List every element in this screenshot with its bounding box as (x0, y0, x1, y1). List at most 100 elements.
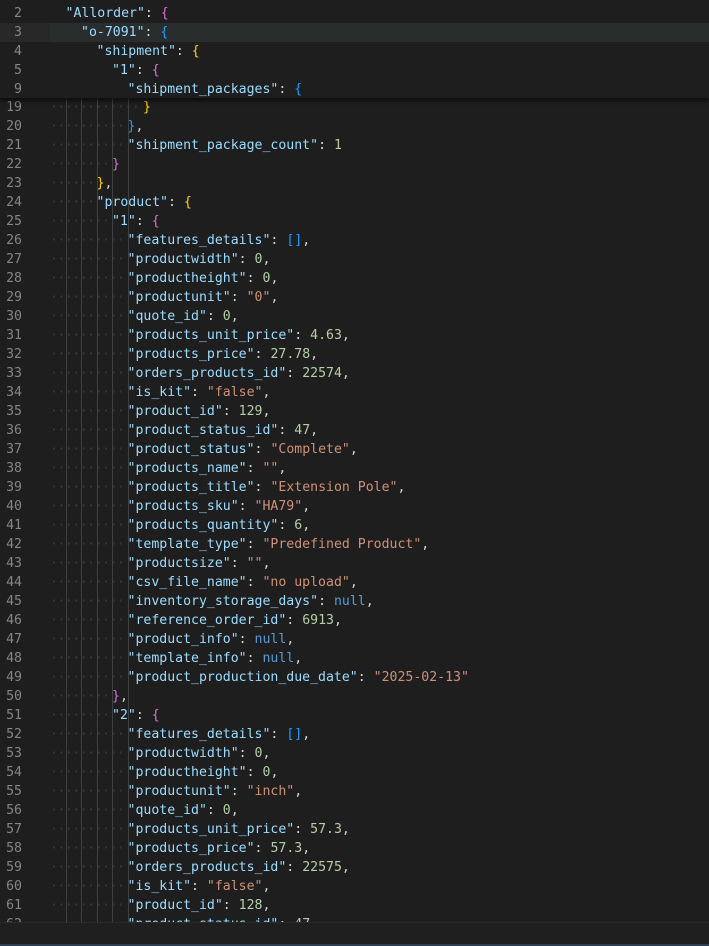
code-line[interactable]: 20}, ·········· (0, 117, 709, 136)
line-number: 25 (6, 214, 22, 229)
code-line[interactable]: 32 "products_price": 27.78, ·········· (0, 345, 709, 364)
code-text: }, (97, 174, 113, 193)
code-token: : (191, 385, 207, 400)
code-line[interactable]: 59 "orders_products_id": 22575, ·········· (0, 858, 709, 877)
code-token: , (286, 632, 295, 647)
code-line[interactable]: 44 "csv_file_name": "no upload", ·········… (0, 573, 709, 592)
indent-guide (112, 98, 113, 922)
code-token: "products_title" (127, 480, 255, 495)
code-line[interactable]: 53 "productwidth": 0, ·········· (0, 744, 709, 763)
code-line[interactable]: 57 "products_unit_price": 57.3, ·········· (0, 820, 709, 839)
code-token: , (302, 499, 311, 514)
whitespace-markers: ······ (50, 176, 95, 191)
code-text: "csv_file_name": "no upload", (128, 573, 358, 592)
line-number: 37 (6, 442, 22, 457)
code-line[interactable]: 55 "productunit": "inch", ·········· (0, 782, 709, 801)
code-line[interactable]: 9 "shipment_packages": { (0, 80, 709, 99)
code-line[interactable]: 49 "product_production_due_date": "2025-0… (0, 668, 709, 687)
code-line[interactable]: 61 "product_id": 128, ·········· (0, 896, 709, 915)
code-line[interactable]: 27 "productwidth": 0, ·········· (0, 250, 709, 269)
code-text: "productwidth": 0, (128, 744, 271, 763)
code-line[interactable]: 54 "productheight": 0, ·········· (0, 763, 709, 782)
line-number: 31 (6, 328, 22, 343)
code-token: : (222, 898, 239, 913)
code-token: : (246, 271, 263, 286)
whitespace-markers: ·········· (50, 290, 125, 305)
code-line[interactable]: 22} ········ (0, 155, 709, 174)
code-line[interactable]: 47 "product_info": null, ·········· (0, 630, 709, 649)
code-line[interactable]: 45 "inventory_storage_days": null, ·······… (0, 592, 709, 611)
code-line[interactable]: 41 "products_quantity": 6, ·········· (0, 516, 709, 535)
whitespace-markers: ·········· (50, 727, 125, 742)
code-token: { (151, 214, 160, 229)
code-text: "productwidth": 0, (128, 250, 271, 269)
code-line[interactable]: 33 "orders_products_id": 22574, ·········· (0, 364, 709, 383)
code-line[interactable]: 26 "features_details": [], ·········· (0, 231, 709, 250)
code-token: null (262, 651, 295, 666)
code-token: : (135, 708, 152, 723)
code-text: "product_status": "Complete", (128, 440, 358, 459)
line-number: 30 (6, 309, 22, 324)
code-line[interactable]: 42 "template_type": "Predefined Product",… (0, 535, 709, 554)
code-text: "productheight": 0, (128, 269, 279, 288)
code-editor[interactable]: 19} ············ 20}, ·········· 21 "shipment… (0, 0, 709, 922)
code-line[interactable]: 60 "is_kit": "false", ·········· (0, 877, 709, 896)
code-line[interactable]: 50}, ········ (0, 687, 709, 706)
code-line[interactable]: 43 "productsize": "", ·········· (0, 554, 709, 573)
code-token: "quote_id" (127, 309, 207, 324)
code-line[interactable]: 31 "products_unit_price": 4.63, ·········· (0, 326, 709, 345)
line-number: 46 (6, 613, 22, 628)
code-line[interactable]: 30 "quote_id": 0, ·········· (0, 307, 709, 326)
code-token: "features_details" (127, 727, 271, 742)
code-line[interactable]: 25 "1": {········ (0, 212, 709, 231)
code-line[interactable]: 24 "product": {······ (0, 193, 709, 212)
code-line[interactable]: 58 "products_price": 57.3, ·········· (0, 839, 709, 858)
code-line[interactable]: 29 "productunit": "0", ·········· (0, 288, 709, 307)
code-token: : (246, 651, 263, 666)
line-number: 57 (6, 822, 22, 837)
code-line[interactable]: 3 "o-7091": { (0, 23, 709, 42)
code-line[interactable]: 40 "products_sku": "HA79", ·········· (0, 497, 709, 516)
code-line[interactable]: 35 "product_id": 129, ·········· (0, 402, 709, 421)
code-line[interactable]: 19} ············ (0, 98, 709, 117)
sticky-scroll-header[interactable]: 2 "Allorder": {3 "o-7091": {4 "shipment": {… (0, 0, 709, 98)
line-number: 38 (6, 461, 22, 476)
code-line[interactable]: 48 "template_info": null, ·········· (0, 649, 709, 668)
code-line[interactable]: 62 "product_status_id": 47,·········· (0, 915, 709, 922)
code-line[interactable]: 39 "products_title": "Extension Pole", ···… (0, 478, 709, 497)
code-token: : (135, 63, 152, 78)
code-line[interactable]: 34 "is_kit": "false", ·········· (0, 383, 709, 402)
code-token: "products_name" (127, 461, 247, 476)
code-token: "template_info" (127, 651, 247, 666)
code-line[interactable]: 4 "shipment": { (0, 42, 709, 61)
code-text: }, (112, 687, 128, 706)
code-line[interactable]: 51 "2": {········ (0, 706, 709, 725)
code-line[interactable]: 23}, ······ (0, 174, 709, 193)
line-number: 23 (6, 176, 22, 191)
code-line[interactable]: 36 "product_status_id": 47, ·········· (0, 421, 709, 440)
code-token: 22575 (302, 860, 342, 875)
code-text: "features_details": [], (128, 231, 311, 250)
code-line[interactable]: 5 "1": { (0, 61, 709, 80)
code-line[interactable]: 2 "Allorder": { (0, 4, 709, 23)
code-line[interactable]: 38 "products_name": "", ·········· (0, 459, 709, 478)
line-number: 28 (6, 271, 22, 286)
whitespace-markers: ·········· (50, 461, 125, 476)
code-line[interactable]: 37 "product_status": "Complete", ·········… (0, 440, 709, 459)
code-text: "shipment": { (97, 42, 200, 61)
code-token: 129 (238, 404, 263, 419)
code-token: "inch" (246, 784, 295, 799)
code-line[interactable]: 46 "reference_order_id": 6913, ·········· (0, 611, 709, 630)
whitespace-markers: ·········· (50, 841, 125, 856)
code-token: : (286, 366, 303, 381)
code-token: "reference_order_id" (127, 613, 287, 628)
code-token: : (294, 822, 311, 837)
code-line[interactable]: 56 "quote_id": 0, ·········· (0, 801, 709, 820)
code-token: "products_price" (127, 347, 255, 362)
code-token: "HA79" (254, 499, 303, 514)
code-line[interactable]: 21 "shipment_package_count": 1 ·········· (0, 136, 709, 155)
code-line[interactable]: 52 "features_details": [], ·········· (0, 725, 709, 744)
code-text: "products_name": "", (128, 459, 287, 478)
code-line[interactable]: 28 "productheight": 0, ·········· (0, 269, 709, 288)
code-token: : (286, 860, 303, 875)
